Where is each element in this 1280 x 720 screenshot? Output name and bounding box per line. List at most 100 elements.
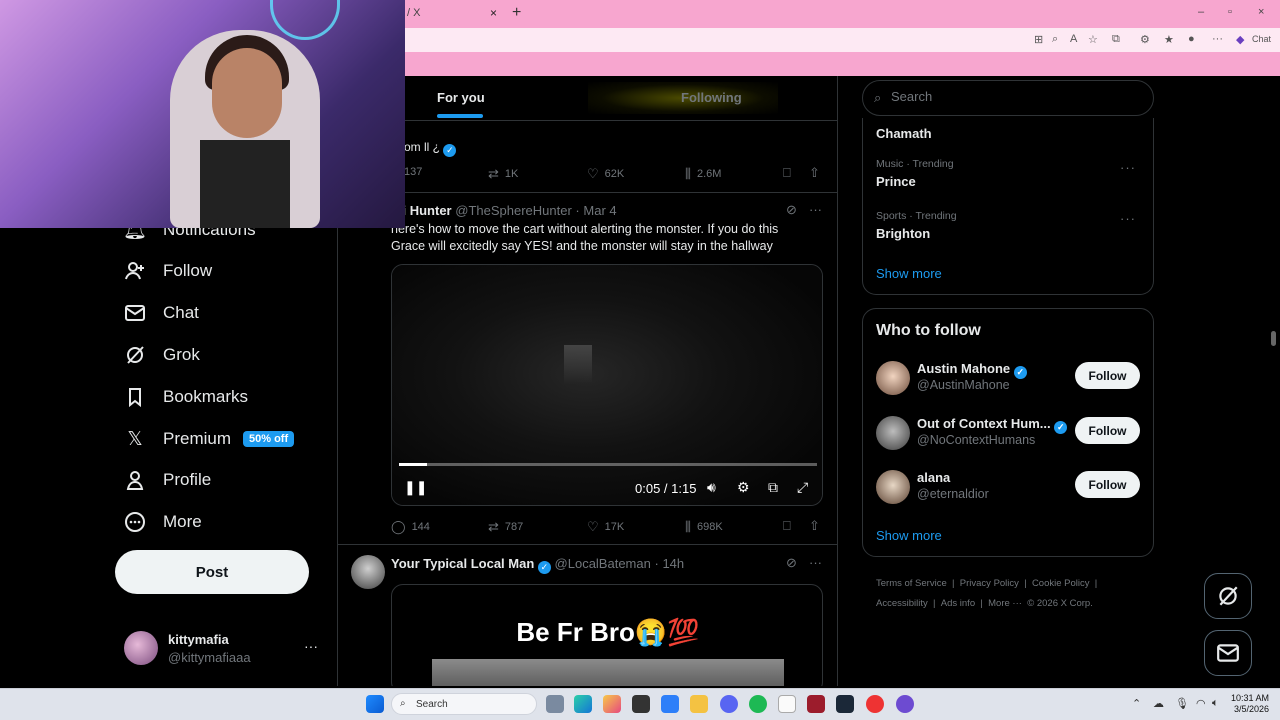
tab-for-you[interactable]: For you	[437, 90, 485, 118]
repost-button[interactable]: ⇄ 787	[488, 519, 523, 535]
volume-icon[interactable]: 🔈︎	[1212, 697, 1219, 710]
follow-suggestion[interactable]: alana @eternaldior Follow	[876, 470, 1146, 506]
video-progress-bar[interactable]	[399, 463, 817, 466]
follow-button[interactable]: Follow	[1075, 471, 1140, 498]
tweet-time[interactable]: Mar 4	[583, 203, 616, 218]
app-icon[interactable]	[632, 695, 650, 713]
trend-more-button[interactable]: ···	[1120, 211, 1136, 226]
nav-profile[interactable]: Profile	[124, 465, 211, 495]
task-view-icon[interactable]	[546, 695, 564, 713]
tweet-media[interactable]: Be Fr Bro😭💯	[391, 584, 823, 686]
reply-button[interactable]: ◯ 144	[391, 519, 430, 535]
nav-premium[interactable]: 𝕏 Premium 50% off	[124, 424, 295, 454]
more-link[interactable]: More ···	[988, 598, 1022, 609]
taskbar-clock[interactable]: 10:31 AM 3/5/2026	[1231, 693, 1269, 715]
follow-button[interactable]: Follow	[1075, 362, 1140, 389]
discord-icon[interactable]	[720, 695, 738, 713]
grok-fab-button[interactable]	[1204, 573, 1252, 619]
bookmark-button[interactable]: ⎕	[783, 518, 791, 534]
follow-suggestion[interactable]: Austin Mahone ✓ @AustinMahone Follow	[876, 361, 1146, 397]
copilot-icon[interactable]: ◆	[1236, 33, 1244, 46]
translate-icon[interactable]: ⊞	[1034, 33, 1043, 46]
browser-tab[interactable]: / X ×	[405, 2, 505, 26]
avatar[interactable]	[351, 555, 385, 589]
start-button-icon[interactable]	[366, 695, 384, 713]
minimize-button[interactable]: –	[1198, 6, 1204, 18]
maximize-button[interactable]: ▫	[1228, 6, 1232, 18]
account-switcher[interactable]: kittymafia @kittymafiaaa ···	[124, 630, 324, 670]
fullscreen-icon[interactable]: ⤢	[797, 479, 808, 496]
volume-icon[interactable]: 🔊︎	[707, 479, 716, 496]
search-box[interactable]: ⌕	[862, 80, 1154, 116]
extensions-icon[interactable]: ⚙	[1140, 33, 1150, 46]
copilot-app-icon[interactable]	[603, 695, 621, 713]
steam-icon[interactable]	[836, 695, 854, 713]
taskbar-search[interactable]: ⌕ Search	[391, 693, 537, 715]
favorite-star-icon[interactable]: ☆	[1088, 33, 1098, 46]
store-icon[interactable]	[661, 695, 679, 713]
show-more-link[interactable]: Show more	[876, 528, 942, 543]
new-tab-button[interactable]: +	[512, 4, 521, 22]
author-handle[interactable]: @TheSphereHunter	[455, 203, 572, 218]
privacy-link[interactable]: Privacy Policy	[960, 578, 1019, 589]
nav-grok[interactable]: Grok	[124, 340, 200, 370]
file-explorer-icon[interactable]	[690, 695, 708, 713]
app-icon[interactable]	[896, 695, 914, 713]
nav-follow[interactable]: Follow	[124, 256, 212, 286]
favorites-icon[interactable]: ★	[1164, 33, 1174, 46]
reply-button[interactable]: 137	[404, 166, 422, 178]
picture-in-picture-icon[interactable]: ⧉	[768, 479, 778, 496]
search-input[interactable]	[891, 89, 1141, 104]
repost-button[interactable]: ⇄ 1K	[488, 166, 518, 182]
share-button[interactable]: ⇧	[809, 518, 820, 534]
follow-suggestion[interactable]: Out of Context Hum... ✓ @NoContextHumans…	[876, 416, 1146, 452]
app-icon[interactable]	[866, 695, 884, 713]
profile-icon[interactable]: ●	[1188, 33, 1195, 45]
spotify-icon[interactable]	[749, 695, 767, 713]
grok-icon[interactable]: ⊘	[786, 202, 797, 218]
chevron-up-icon[interactable]: ⌃	[1132, 697, 1141, 710]
tab-following[interactable]: Following	[681, 90, 742, 105]
tweet-more-button[interactable]: ···	[809, 555, 822, 570]
show-more-link[interactable]: Show more	[876, 266, 942, 281]
wifi-icon[interactable]: ◠	[1196, 697, 1206, 710]
scrollbar-thumb[interactable]	[1271, 331, 1276, 346]
read-aloud-icon[interactable]: A	[1070, 33, 1077, 45]
bookmark-button[interactable]: ⎕	[783, 165, 791, 181]
views-button[interactable]: ⫼ 2.6M	[685, 166, 721, 182]
video-player[interactable]: ❚❚ 0:05 / 1:15 🔊︎ ⚙ ⧉ ⤢	[391, 264, 823, 506]
terms-link[interactable]: Terms of Service	[876, 578, 947, 589]
epic-games-icon[interactable]	[807, 695, 825, 713]
close-window-button[interactable]: ×	[1258, 6, 1264, 18]
author-name[interactable]: Your Typical Local Man	[391, 556, 534, 571]
accessibility-link[interactable]: Accessibility	[876, 598, 928, 609]
share-button[interactable]: ⇧	[809, 165, 820, 181]
microphone-icon[interactable]: 🎙︎	[1175, 697, 1189, 710]
trend-item[interactable]: Music · Trending Prince	[876, 158, 954, 189]
messages-fab-button[interactable]	[1204, 630, 1252, 676]
tweet-more-button[interactable]: ···	[809, 202, 822, 217]
like-button[interactable]: ♡ 17K	[587, 519, 624, 535]
grok-icon[interactable]: ⊘	[786, 555, 797, 571]
tweet-time[interactable]: 14h	[662, 556, 684, 571]
cookie-link[interactable]: Cookie Policy	[1032, 578, 1090, 589]
follow-button[interactable]: Follow	[1075, 417, 1140, 444]
views-button[interactable]: ⫼ 698K	[685, 519, 723, 535]
like-button[interactable]: ♡ 62K	[587, 166, 624, 182]
notepad-icon[interactable]	[778, 695, 796, 713]
zoom-icon[interactable]: ⌕	[1052, 33, 1058, 46]
post-button[interactable]: Post	[115, 550, 309, 594]
edge-icon[interactable]	[574, 695, 592, 713]
more-icon[interactable]: ···	[304, 638, 318, 654]
tab-close-button[interactable]: ×	[490, 6, 497, 20]
copilot-label[interactable]: Chat	[1252, 34, 1271, 44]
settings-icon[interactable]: ⚙	[737, 479, 750, 496]
nav-more[interactable]: More	[124, 507, 202, 537]
nav-bookmarks[interactable]: Bookmarks	[124, 382, 248, 412]
split-screen-icon[interactable]: ⧉	[1112, 33, 1120, 46]
menu-icon[interactable]: ···	[1212, 33, 1223, 45]
nav-chat[interactable]: Chat	[124, 298, 199, 328]
trend-more-button[interactable]: ···	[1120, 160, 1136, 175]
pause-icon[interactable]: ❚❚	[404, 479, 427, 496]
author-handle[interactable]: @LocalBateman	[555, 556, 651, 571]
